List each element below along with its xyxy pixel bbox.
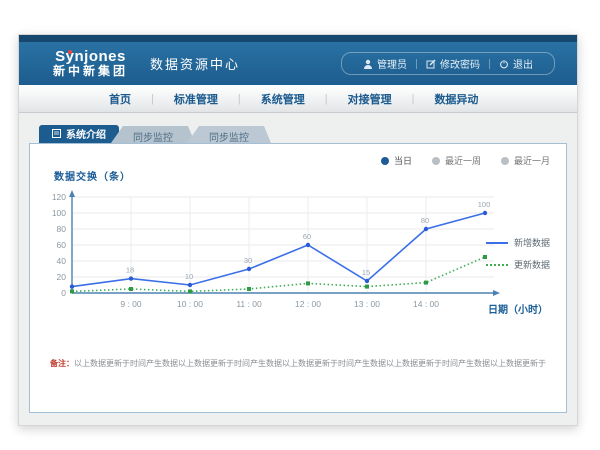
tab-sync-monitor-2[interactable]: 同步监控 <box>187 126 271 143</box>
user-icon <box>363 59 373 69</box>
footer-note: 备注：以上数据更新于时间产生数据以上数据更新于时间产生数据以上数据更新于时间产生… <box>30 358 566 369</box>
logout-label: 退出 <box>513 56 533 71</box>
y-axis-title: 数据交换（条） <box>54 168 131 183</box>
logout-link[interactable]: 退出 <box>490 56 542 71</box>
document-icon <box>52 129 61 138</box>
app-window: Synjones 新中新集团 数据资源中心 管理员 修改密码 <box>18 34 578 426</box>
app-header: Synjones 新中新集团 数据资源中心 管理员 修改密码 <box>19 42 577 85</box>
brand-logo: Synjones 新中新集团 <box>53 49 128 79</box>
edit-icon <box>426 59 436 69</box>
radio-last-week[interactable]: 最近一周 <box>432 154 481 167</box>
content-area: 系统介绍 同步监控 同步监控 当日 最近一周 <box>19 113 577 413</box>
user-admin-link[interactable]: 管理员 <box>354 56 416 71</box>
svg-text:120: 120 <box>52 192 66 202</box>
svg-text:40: 40 <box>57 256 67 266</box>
note-text: 以上数据更新于时间产生数据以上数据更新于时间产生数据以上数据更新于时间产生数据以… <box>74 359 546 368</box>
svg-text:10: 10 <box>185 272 193 281</box>
page-title: 数据资源中心 <box>150 54 240 73</box>
radio-dot-icon <box>501 157 509 165</box>
svg-text:80: 80 <box>57 224 67 234</box>
chart-panel: 当日 最近一周 最近一月 数据交换（条） 0 20 40 60 80 100 120 9 : … <box>29 143 567 413</box>
nav-item-home[interactable]: 首页 <box>89 91 151 107</box>
tab-label: 系统介绍 <box>66 126 106 141</box>
logo-text-en: Synjones <box>53 49 128 66</box>
svg-text:60: 60 <box>303 232 311 241</box>
tab-system-intro[interactable]: 系统介绍 <box>39 125 119 143</box>
radio-dot-icon <box>432 157 440 165</box>
tab-sync-monitor-1[interactable]: 同步监控 <box>111 126 195 143</box>
change-password-label: 修改密码 <box>440 56 480 71</box>
page: Synjones 新中新集团 数据资源中心 管理员 修改密码 <box>0 0 600 450</box>
radio-last-month[interactable]: 最近一月 <box>501 154 550 167</box>
nav-item-standard-mgmt[interactable]: 标准管理 <box>154 91 238 107</box>
main-nav: 首页 | 标准管理 | 系统管理 | 对接管理 | 数据异动 <box>19 85 577 113</box>
svg-text:12 : 00: 12 : 00 <box>295 299 321 309</box>
radio-dot-icon <box>381 157 389 165</box>
legend-item-new-data[interactable]: 新增数据 <box>486 236 550 249</box>
radio-last-month-label: 最近一月 <box>514 154 550 167</box>
legend-item-updated-data[interactable]: 更新数据 <box>486 258 550 271</box>
svg-text:0: 0 <box>61 288 66 298</box>
nav-item-interface-mgmt[interactable]: 对接管理 <box>328 91 412 107</box>
svg-text:10 : 00: 10 : 00 <box>177 299 203 309</box>
tab-bar: 系统介绍 同步监控 同步监控 <box>39 125 567 143</box>
svg-text:100: 100 <box>52 208 66 218</box>
user-menu: 管理员 修改密码 退出 <box>341 52 555 75</box>
svg-text:14 : 00: 14 : 00 <box>413 299 439 309</box>
radio-today-label: 当日 <box>394 154 412 167</box>
nav-item-system-mgmt[interactable]: 系统管理 <box>241 91 325 107</box>
chart-legend: 新增数据 更新数据 <box>486 236 550 271</box>
svg-text:13 : 00: 13 : 00 <box>354 299 380 309</box>
svg-text:11 : 00: 11 : 00 <box>236 299 262 309</box>
svg-text:30: 30 <box>244 256 252 265</box>
note-label: 备注： <box>50 359 74 368</box>
time-range-radios: 当日 最近一周 最近一月 <box>381 154 550 167</box>
svg-text:9 : 00: 9 : 00 <box>120 299 142 309</box>
svg-text:100: 100 <box>478 200 491 209</box>
radio-today[interactable]: 当日 <box>381 154 412 167</box>
logo-text-cn: 新中新集团 <box>53 65 128 78</box>
change-password-link[interactable]: 修改密码 <box>417 56 489 71</box>
logo-accent-dot <box>68 50 72 54</box>
user-admin-label: 管理员 <box>377 56 407 71</box>
legend-label: 新增数据 <box>514 236 550 249</box>
svg-text:15: 15 <box>362 268 370 277</box>
svg-text:18: 18 <box>126 266 134 275</box>
radio-last-week-label: 最近一周 <box>445 154 481 167</box>
svg-text:60: 60 <box>57 240 67 250</box>
legend-label: 更新数据 <box>514 258 550 271</box>
solid-line-swatch <box>486 242 508 244</box>
power-icon <box>499 59 509 69</box>
svg-text:80: 80 <box>421 216 429 225</box>
svg-text:20: 20 <box>57 272 67 282</box>
dotted-line-swatch <box>486 264 508 266</box>
window-top-strip <box>19 35 577 42</box>
nav-item-data-change[interactable]: 数据异动 <box>414 91 498 107</box>
x-axis-title: 日期（小时） <box>488 301 548 316</box>
